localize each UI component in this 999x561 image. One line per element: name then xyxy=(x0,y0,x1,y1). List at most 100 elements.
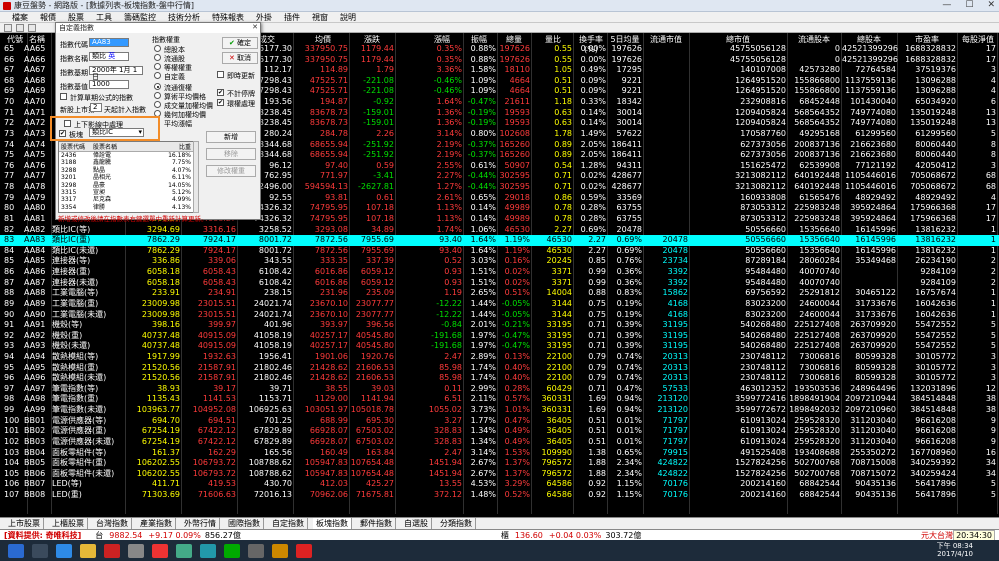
close-button[interactable]: ✕ xyxy=(987,0,995,10)
list-item[interactable]: 3201 晶相光 6.11% xyxy=(59,174,193,181)
radio-vol-weighted[interactable] xyxy=(154,101,161,108)
bottom-tab-8[interactable]: 郵件指數 xyxy=(357,518,396,529)
table-row[interactable]: 107 BB08 LED(重) 71303.69 71606.63 72016.13 709… xyxy=(0,490,999,501)
base-value-input[interactable]: 1000 xyxy=(89,80,129,89)
table-row[interactable]: 99 AA99 筆電指數(未還) 103963.77 104952.08 106925.6… xyxy=(0,405,999,416)
list-item[interactable]: 3188 鑫龍騰 7.75% xyxy=(59,159,193,166)
instant-update-checkbox[interactable] xyxy=(217,71,224,78)
bottom-tab-3[interactable]: 產業指數 xyxy=(137,518,176,529)
app-icon-5[interactable] xyxy=(272,543,288,558)
maximize-button[interactable]: ☐ xyxy=(965,0,973,10)
menu-item-6[interactable]: 特殊報表 xyxy=(212,12,244,23)
start-icon[interactable] xyxy=(8,543,24,558)
table-row[interactable]: 88 AA88 工業電腦(等) 233.91 234.91 238.15 231.96 235… xyxy=(0,288,999,299)
list-scrollbar[interactable] xyxy=(193,141,199,213)
app-icon-4[interactable] xyxy=(248,543,264,558)
bottom-tab-4[interactable]: 外幣行情 xyxy=(181,518,220,529)
list-item[interactable]: 3298 晶豪 14.05% xyxy=(59,182,193,189)
add-button[interactable]: 新增 xyxy=(206,131,256,143)
table-row[interactable]: 92 AA92 機殼(重) 40737.48 40915.09 41058.19 40257… xyxy=(0,331,999,342)
table-row[interactable]: 103 BB04 面板零組件(等) 161.37 162.29 165.56 160.49 1… xyxy=(0,448,999,459)
table-row[interactable]: 100 BB01 電源供應器(等) 694.70 694.51 701.25 688.99 6… xyxy=(0,416,999,427)
menu-item-8[interactable]: 插件 xyxy=(284,12,300,23)
calc-cons-checkbox[interactable] xyxy=(60,93,67,100)
table-row[interactable]: 86 AA86 連接器(重) 6058.18 6058.43 6108.42 6016.86… xyxy=(0,267,999,278)
bottom-tab-10[interactable]: 分類指數 xyxy=(437,518,476,529)
radio-float-shares[interactable] xyxy=(154,54,161,61)
menu-item-10[interactable]: 說明 xyxy=(340,12,356,23)
bottom-tab-1[interactable]: 上櫃股票 xyxy=(49,518,88,529)
menu-item-9[interactable]: 視窗 xyxy=(312,12,328,23)
minimize-button[interactable]: — xyxy=(942,0,951,10)
table-row[interactable]: 85 AA85 連接器(等) 336.86 339.06 343.55 333.35 337.… xyxy=(0,256,999,267)
menu-item-0[interactable]: 檔案 xyxy=(12,12,28,23)
list-item[interactable]: 3354 律勝 4.13% xyxy=(59,204,193,211)
bottom-tab-6[interactable]: 自定指數 xyxy=(269,518,308,529)
table-row[interactable]: 84 AA84 類比IC(未還) 7862.29 7924.17 8001.72 7872.… xyxy=(0,246,999,257)
table-row[interactable]: 105 BB06 面板零組件(未還) 106202.55 106793.72 108788… xyxy=(0,469,999,480)
table-row[interactable]: 101 BB02 電源供應器(重) 67254.19 67422.12 67829.89 6… xyxy=(0,426,999,437)
app-icon-6[interactable] xyxy=(296,543,312,558)
radio-total-shares[interactable] xyxy=(154,45,161,52)
table-row[interactable]: 102 BB03 電源供應器(未還) 67254.19 67422.12 67829.89… xyxy=(0,437,999,448)
nostop-checkbox[interactable]: ✔ xyxy=(217,89,224,96)
menu-item-7[interactable]: 外掛 xyxy=(256,12,272,23)
base-date-picker[interactable]: 2000年 1月 1日 xyxy=(89,66,143,81)
table-row[interactable]: 104 BB05 面板零組件(重) 106202.55 106793.72 108788.… xyxy=(0,458,999,469)
line-icon[interactable] xyxy=(224,543,240,558)
table-row[interactable]: 93 AA93 機殼(未還) 40737.48 40915.09 41058.19 4025… xyxy=(0,341,999,352)
bottom-tab-9[interactable]: 自選股 xyxy=(401,518,432,529)
table-row[interactable]: 95 AA95 散熱模組(重) 21520.56 21587.91 21802.46 214… xyxy=(0,363,999,374)
board-checkbox[interactable]: ✔ xyxy=(59,130,66,137)
table-row[interactable]: 82 AA82 類比IC(等) 3294.69 3316.16 3258.52 3293.0… xyxy=(0,225,999,236)
index-name-input[interactable]: 類比 英 xyxy=(89,52,129,61)
dialog-close-icon[interactable]: ✕ xyxy=(252,23,258,31)
board-select[interactable]: 類比IC ▾ xyxy=(89,128,144,137)
menu-item-2[interactable]: 股票 xyxy=(68,12,84,23)
table-row[interactable]: 91 AA91 機殼(等) 398.16 399.97 401.96 393.97 396.5… xyxy=(0,320,999,331)
cancel-button[interactable]: ✕ 取消 xyxy=(222,52,258,64)
bottom-tab-7[interactable]: 板塊指數 xyxy=(313,518,352,529)
table-row[interactable]: 106 BB07 LED(等) 411.71 419.53 430.70 412.03 425… xyxy=(0,479,999,490)
table-row[interactable]: 94 AA94 散熱模組(等) 1917.99 1932.63 1956.41 1901.0… xyxy=(0,352,999,363)
search-icon[interactable] xyxy=(32,543,48,558)
table-row[interactable]: 89 AA89 工業電腦(重) 23009.98 23015.51 24021.74 236… xyxy=(0,299,999,310)
table-row[interactable]: 97 AA97 筆電指數(等) 38.93 39.17 39.71 38.55 39.03 0.… xyxy=(0,384,999,395)
app-icon-3[interactable] xyxy=(200,543,216,558)
list-item[interactable]: 3315 宣昶 5.12% xyxy=(59,189,193,196)
menu-item-5[interactable]: 技術分析 xyxy=(168,12,200,23)
remove-button[interactable]: 移除 xyxy=(206,148,256,160)
envi-checkbox[interactable]: ✔ xyxy=(217,99,224,106)
index-code-input[interactable]: AA83 xyxy=(89,38,129,47)
menu-item-1[interactable]: 報價 xyxy=(40,12,56,23)
ie-icon[interactable] xyxy=(56,543,72,558)
arrow-icon[interactable] xyxy=(4,24,12,32)
new-listing-days-input[interactable]: 2 xyxy=(90,103,102,112)
table-row[interactable]: 87 AA87 連接器(未還) 6058.18 6058.43 6108.42 6016.8… xyxy=(0,278,999,289)
folder-icon[interactable] xyxy=(80,543,96,558)
settings-icon[interactable] xyxy=(28,24,36,32)
bottom-tab-2[interactable]: 台灣指數 xyxy=(93,518,132,529)
bottom-tab-5[interactable]: 國際指數 xyxy=(225,518,264,529)
component-list[interactable]: 股票代碼 股票名稱 比重 2436 偉詮電 16.18% 3188 鑫龍騰 7.75% 32… xyxy=(58,141,194,213)
modify-weight-button[interactable]: 修改權重 xyxy=(206,165,256,177)
menu-item-4[interactable]: 籌碼監控 xyxy=(124,12,156,23)
radio-arith-avg[interactable] xyxy=(154,92,161,99)
menu-item-3[interactable]: 工具 xyxy=(96,12,112,23)
tool-icon[interactable] xyxy=(16,24,24,32)
table-row[interactable]: 83 AA83 類比IC(重) 7862.29 7924.17 8001.72 7872.5… xyxy=(0,235,999,246)
list-item[interactable]: 3317 尼克森 4.99% xyxy=(59,196,193,203)
radio-float-adjust[interactable] xyxy=(154,83,161,90)
shield-icon[interactable] xyxy=(104,543,120,558)
chrome-icon[interactable] xyxy=(176,543,192,558)
app-icon-1[interactable] xyxy=(128,543,144,558)
bottom-tab-0[interactable]: 上市股票 xyxy=(5,518,44,529)
list-item[interactable]: 3288 點晶 4.07% xyxy=(59,167,193,174)
radio-equal-weight[interactable] xyxy=(154,63,161,70)
table-row[interactable]: 90 AA90 工業電腦(未還) 23009.98 23015.51 24021.74 23… xyxy=(0,310,999,321)
radio-custom-weight[interactable] xyxy=(154,72,161,79)
table-row[interactable]: 96 AA96 散熱模組(未還) 21520.56 21587.91 21802.46 21… xyxy=(0,373,999,384)
app-icon-2[interactable] xyxy=(152,543,168,558)
list-item[interactable]: 2436 偉詮電 16.18% xyxy=(59,152,193,159)
table-row[interactable]: 98 AA98 筆電指數(重) 1135.43 1141.53 1153.71 1129.0… xyxy=(0,394,999,405)
